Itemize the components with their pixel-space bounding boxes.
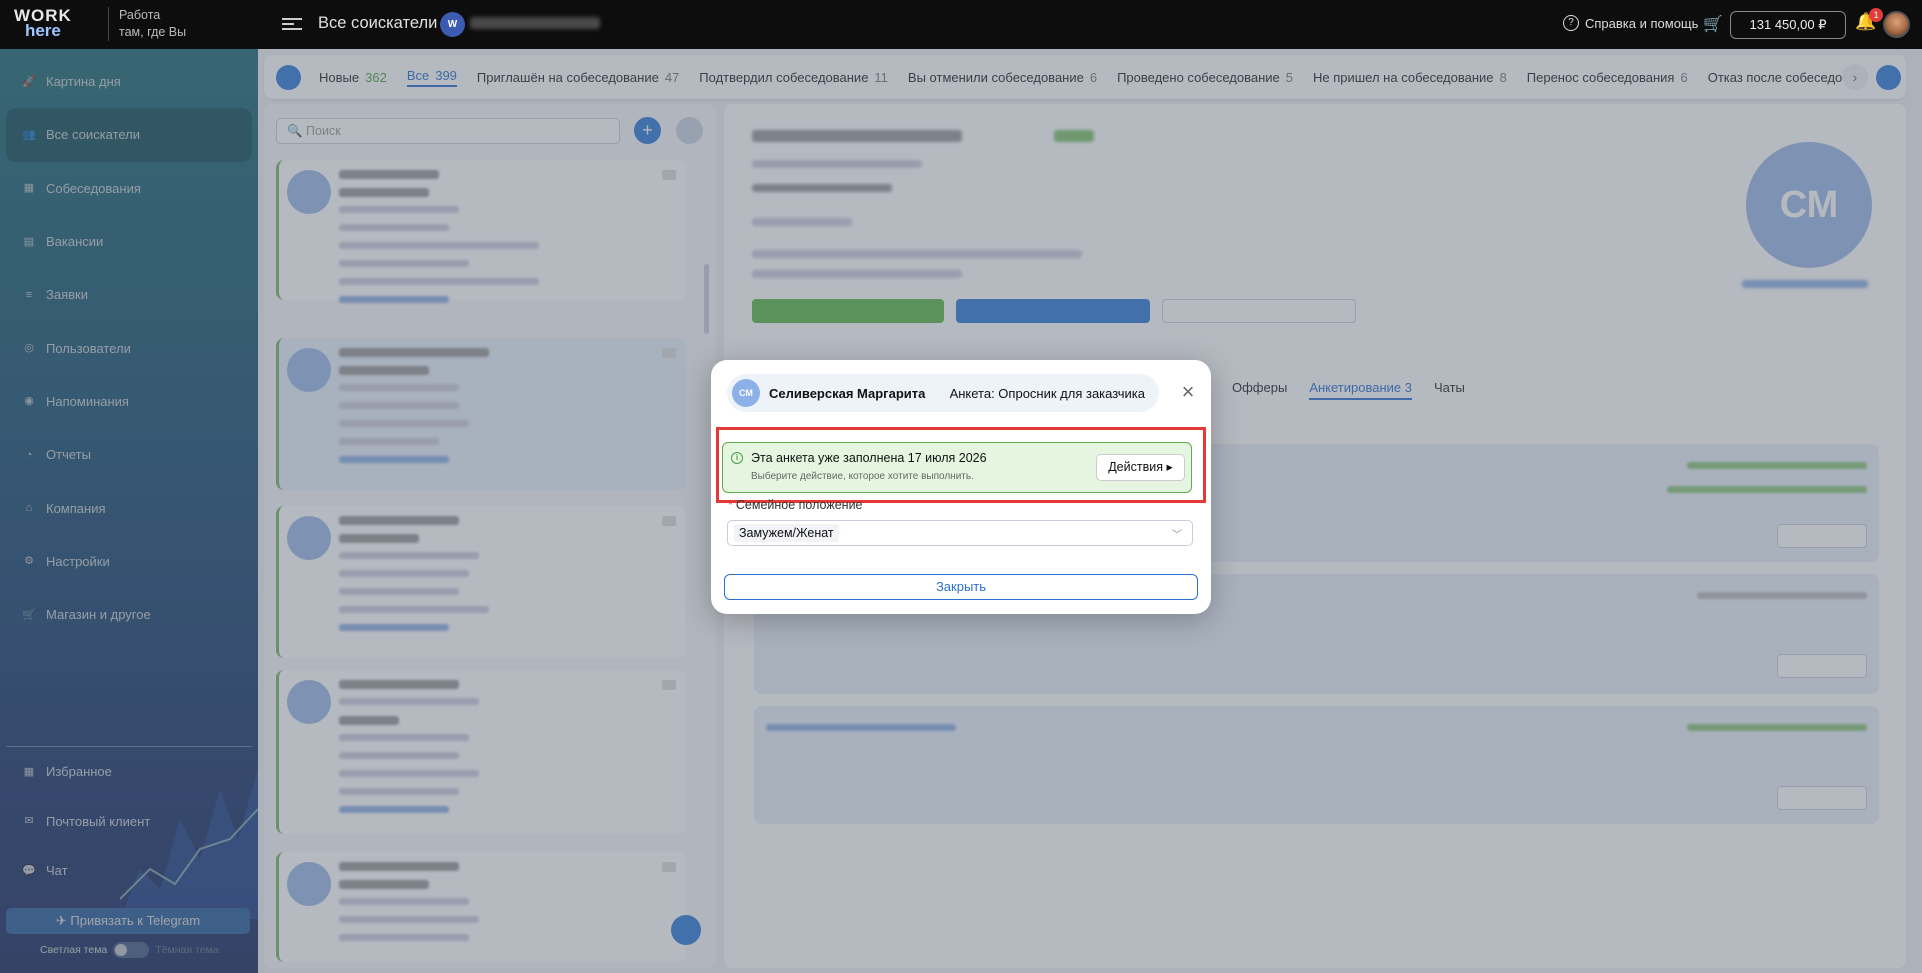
top-bar: WORK here Работа там, где Вы Все соискат… bbox=[0, 0, 1922, 49]
field-label: * Семейное положение bbox=[728, 498, 863, 512]
logo[interactable]: WORK here bbox=[14, 7, 72, 39]
notification-badge: 1 bbox=[1869, 8, 1884, 22]
info-icon: i bbox=[731, 452, 743, 464]
modal-candidate-name: Селиверская Маргарита bbox=[769, 385, 926, 401]
filled-alert: i Эта анкета уже заполнена 17 июля 2026 … bbox=[722, 442, 1192, 493]
marital-status-select[interactable]: Замужем/Женат ﹀ bbox=[727, 520, 1193, 546]
hamburger-menu-icon[interactable] bbox=[282, 15, 302, 33]
required-marker: * bbox=[728, 498, 733, 512]
bell-icon[interactable]: 🔔 1 bbox=[1855, 8, 1884, 32]
close-button[interactable]: Закрыть bbox=[724, 574, 1198, 600]
modal-avatar: СМ bbox=[732, 379, 760, 407]
balance-button[interactable]: 131 450,00 ₽ bbox=[1730, 11, 1846, 39]
slogan: Работа там, где Вы bbox=[108, 7, 188, 41]
page-title: Все соискатели bbox=[318, 14, 438, 32]
alert-subtitle: Выберите действие, которое хотите выполн… bbox=[751, 471, 974, 482]
caret-right-icon: ▸ bbox=[1166, 460, 1173, 474]
modal-form-title: Анкета: Опросник для заказчика bbox=[949, 385, 1145, 401]
workspace-name-blurred[interactable] bbox=[470, 17, 600, 29]
user-avatar[interactable] bbox=[1883, 11, 1910, 38]
cart-icon[interactable]: 🛒 bbox=[1703, 14, 1723, 34]
close-icon[interactable]: × bbox=[1174, 378, 1202, 406]
alert-title: Эта анкета уже заполнена 17 июля 2026 bbox=[751, 451, 987, 465]
modal-header: СМ Селиверская Маргарита Анкета: Опросни… bbox=[727, 374, 1159, 412]
actions-button[interactable]: Действия ▸ bbox=[1096, 454, 1185, 481]
chevron-down-icon: ﹀ bbox=[1172, 530, 1182, 541]
help-icon: ? bbox=[1563, 15, 1579, 31]
help-link[interactable]: ? Справка и помощь bbox=[1563, 15, 1698, 31]
selected-value-chip: Замужем/Женат bbox=[734, 524, 839, 542]
questionnaire-modal: СМ Селиверская Маргарита Анкета: Опросни… bbox=[711, 360, 1211, 614]
workspace-avatar[interactable]: W bbox=[440, 12, 465, 37]
